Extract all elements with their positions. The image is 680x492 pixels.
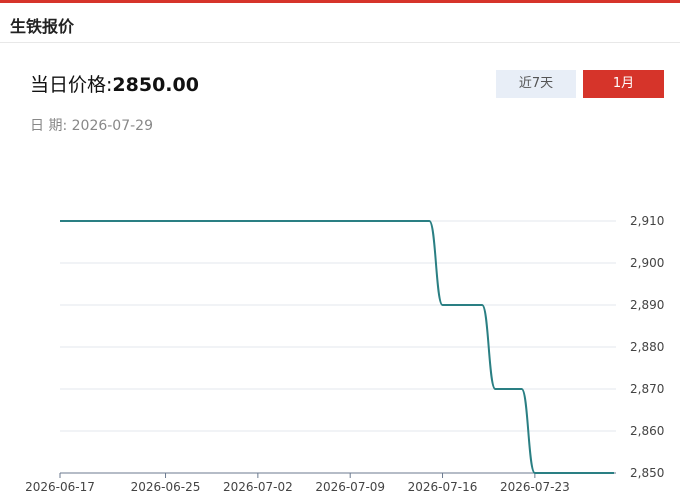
y-tick-label: 2,890: [630, 298, 664, 312]
x-tick-label: 2026-07-02: [223, 480, 293, 492]
y-tick-label: 2,860: [630, 424, 664, 438]
y-tick-label: 2,900: [630, 256, 664, 270]
price-line-chart: 2,850 2,860 2,870 2,880 2,890 2,900 2,910 2026-…: [25, 214, 664, 492]
x-tick-label: 2026-06-25: [131, 480, 201, 492]
x-tick-label: 2026-06-17: [25, 480, 95, 492]
y-tick-label: 2,850: [630, 466, 664, 480]
y-tick-label: 2,880: [630, 340, 664, 354]
y-tick-label: 2,870: [630, 382, 664, 396]
x-tick-label: 2026-07-16: [408, 480, 478, 492]
y-tick-label: 2,910: [630, 214, 664, 228]
x-tick-label: 2026-07-23: [500, 480, 570, 492]
x-tick-label: 2026-07-09: [315, 480, 385, 492]
